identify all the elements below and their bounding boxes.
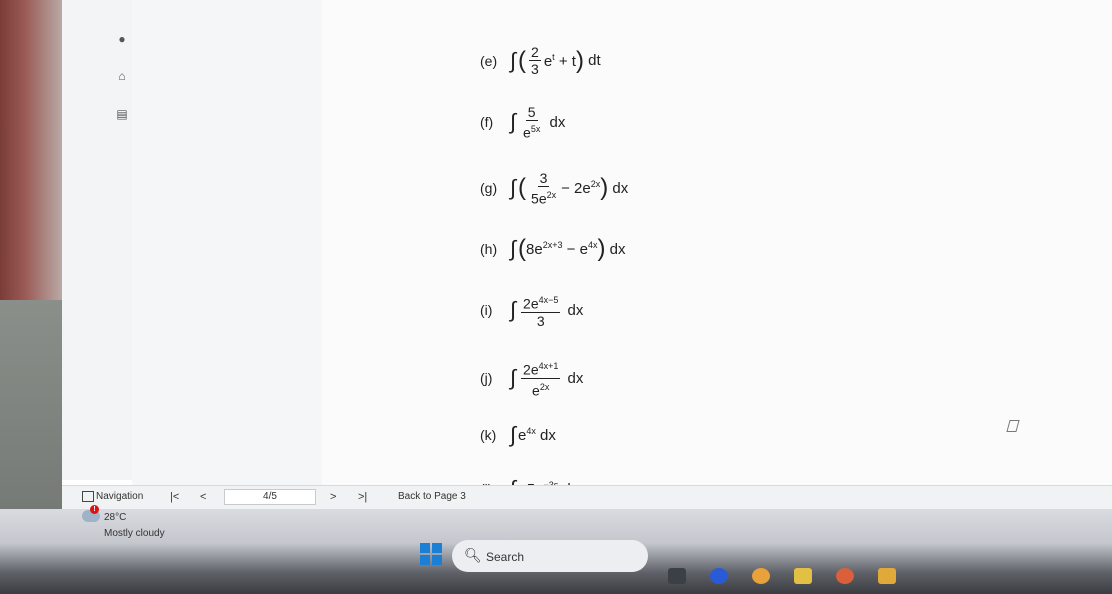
pdf-page [322,0,1112,485]
problem-label: (j) [480,370,493,387]
attachment-icon[interactable]: ▤ [116,108,128,120]
problem-h: (h) ∫( 8e2x+3 − e4x) dx [480,235,626,262]
last-page-button[interactable]: >| [358,491,367,503]
app-icon[interactable] [794,568,812,584]
first-page-button[interactable]: |< [170,491,179,503]
weather-alert-badge: ! [90,505,99,514]
windows-start-icon[interactable] [420,543,442,565]
problem-g: (g) ∫( 3 5e2x − 2e2x) dx [480,170,629,207]
weather-temperature[interactable]: 28°C [104,512,126,523]
weather-description[interactable]: Mostly cloudy [104,528,165,539]
problem-k: (k) ∫ e4x dx [480,422,556,447]
problem-label: (e) [480,52,498,69]
bookmark-icon[interactable]: ● [116,33,128,45]
chat-icon[interactable] [710,568,728,584]
problem-label: (h) [480,241,498,257]
firefox-icon[interactable] [836,568,854,584]
folder-icon[interactable] [878,568,896,584]
viewer-gutter [132,0,322,485]
problem-i: (i) ∫ 2e4x−5 3 dx [480,292,583,329]
search-icon: 🔍︎ [464,547,482,563]
problem-label: (g) [480,180,498,197]
problem-f: (f) ∫ 5 e5x dx [480,104,566,141]
back-to-page-link[interactable]: Back to Page 3 [398,491,466,502]
file-explorer-icon[interactable] [668,568,686,584]
search-placeholder[interactable]: Search [486,550,524,564]
pdf-navigation-bar: Navigation |< < 4/5 > >| Back to Page 3 [62,485,1112,510]
previous-page-button[interactable]: < [200,491,206,503]
problem-label: (i) [480,302,493,319]
problem-label: (f) [480,114,494,131]
page-number-field[interactable]: 4/5 [224,489,316,505]
problem-label: (k) [480,427,497,443]
chrome-icon[interactable] [752,568,770,584]
navigation-panel-icon[interactable] [82,491,94,502]
navigation-label[interactable]: Navigation [96,491,143,502]
next-page-button[interactable]: > [330,491,336,503]
pages-icon[interactable]: ⌂ [116,70,128,82]
pdf-side-toolbar: ● ⌂ ▤ [62,0,133,480]
problem-e: (e) ∫( 23 et + t) dt [480,44,601,77]
problem-j: (j) ∫ 2e4x+1 e2x dx [480,358,583,398]
